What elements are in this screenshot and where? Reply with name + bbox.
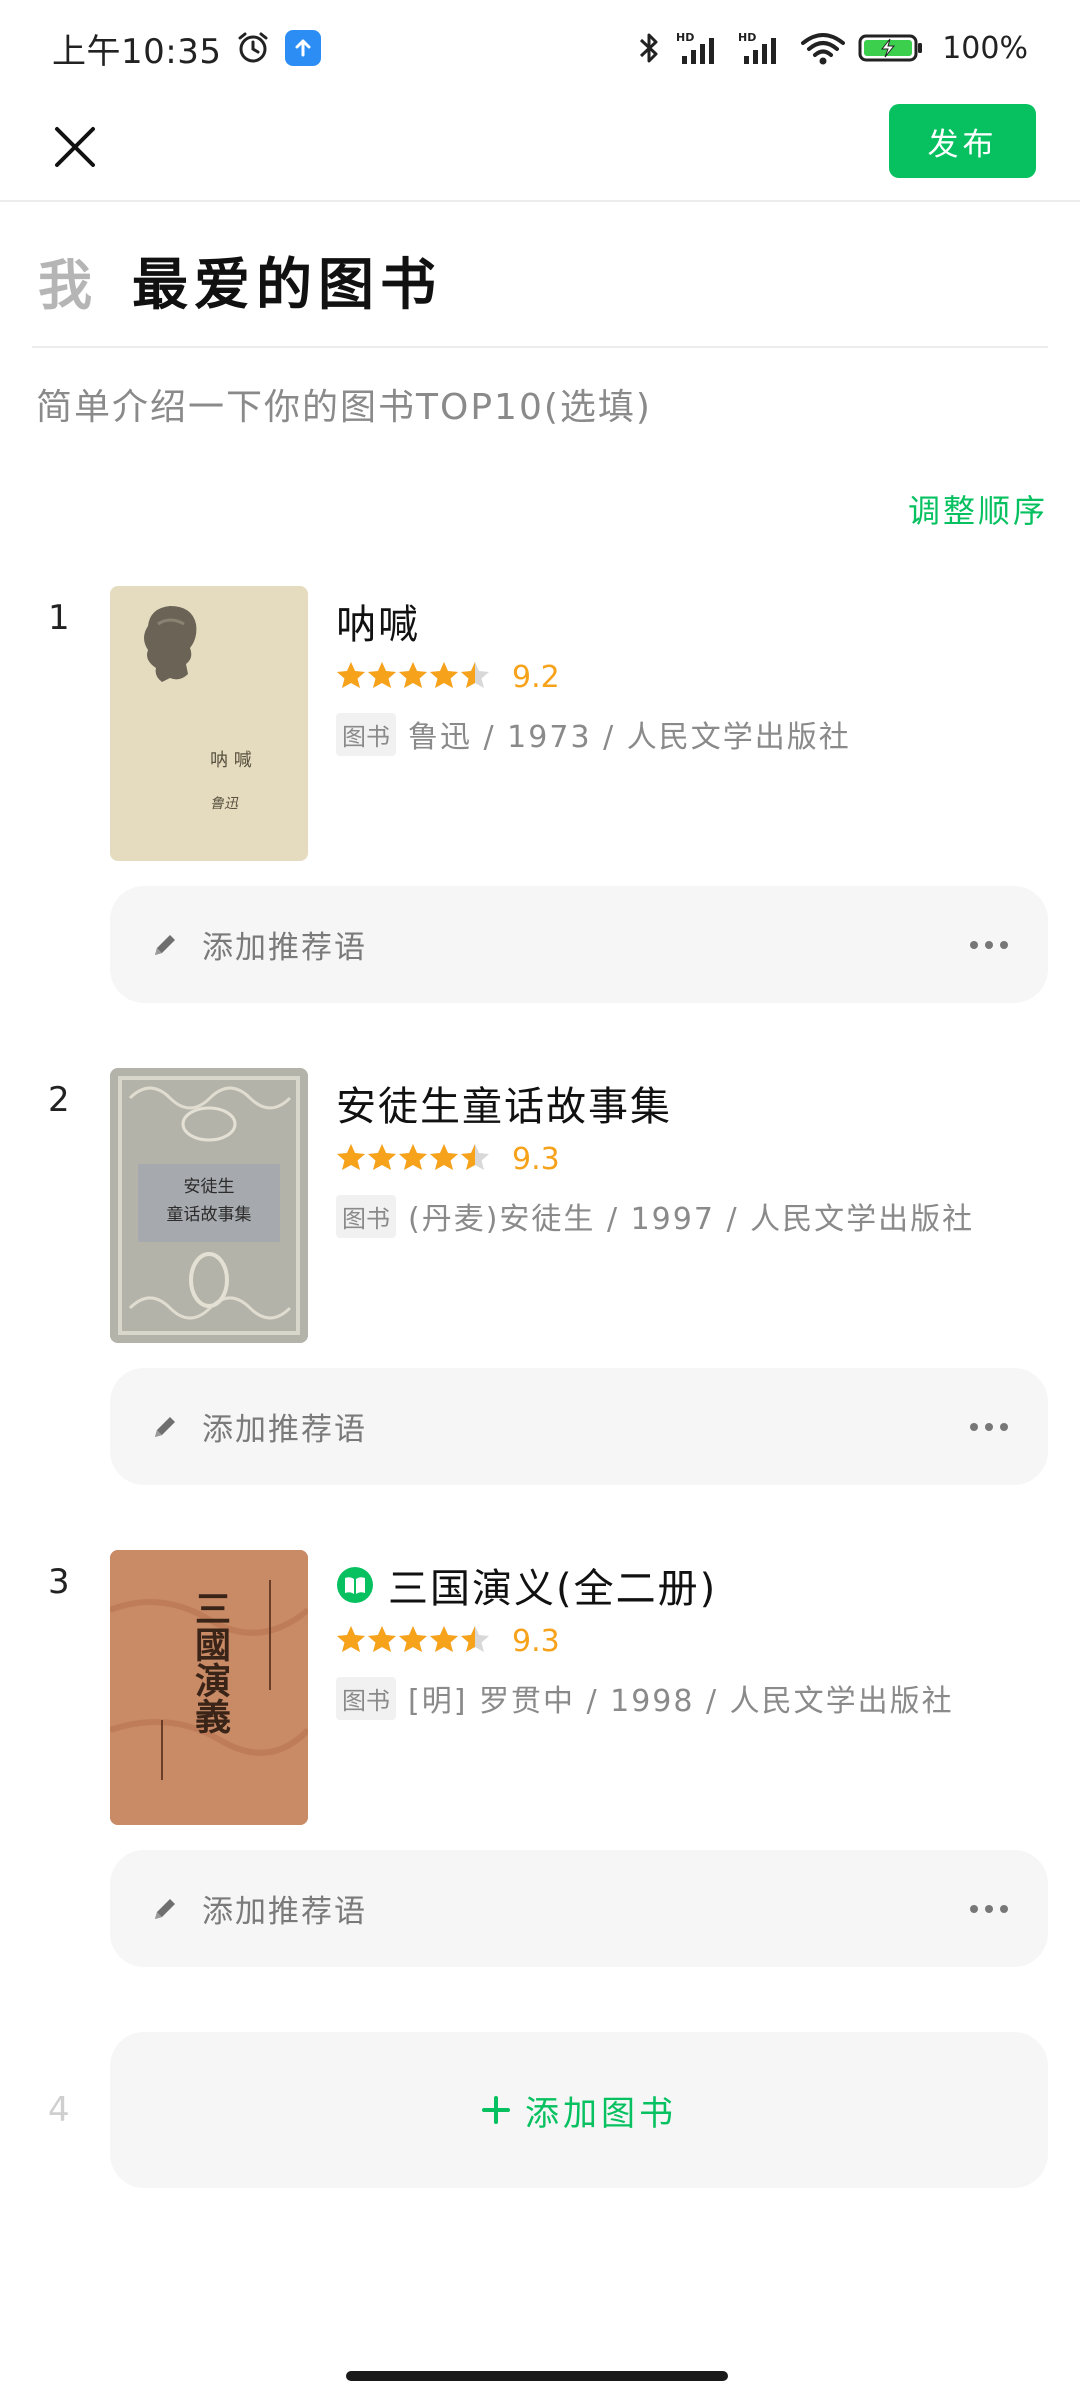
- add-book-button[interactable]: 添加图书: [110, 2032, 1048, 2188]
- publish-button[interactable]: 发布: [889, 104, 1036, 178]
- book-meta: 图书 [明] 罗贯中 / 1998 / 人民文学出版社: [336, 1676, 954, 1720]
- star-icon: [430, 1626, 458, 1652]
- meta-text: (丹麦)安徒生 / 1997 / 人民文学出版社: [408, 1202, 975, 1237]
- star-icon: [430, 1144, 458, 1170]
- add-book-rank: 4: [48, 2090, 70, 2130]
- recommendation-placeholder: 添加推荐语: [202, 930, 367, 966]
- rating-stars: 9.3: [336, 1622, 560, 1660]
- pencil-icon: [155, 934, 175, 955]
- more-options-icon[interactable]: [970, 940, 1008, 949]
- stars-svg: [337, 1626, 489, 1652]
- rating-value: 9.2: [512, 659, 560, 695]
- status-time: 上午10:35: [52, 31, 222, 72]
- stars-svg: [337, 1144, 489, 1170]
- star-icon: [337, 1626, 365, 1652]
- pencil-icon: [155, 1416, 175, 1437]
- star-icon: [337, 1144, 365, 1170]
- title-row: 我 最爱的图书: [32, 214, 1048, 348]
- star-icon: [430, 662, 458, 688]
- meta-text: [明] 罗贯中 / 1998 / 人民文学出版社: [408, 1684, 954, 1719]
- book-rank: 2: [48, 1080, 70, 1120]
- rating-value: 9.3: [512, 1623, 560, 1659]
- book-meta: 图书 (丹麦)安徒生 / 1997 / 人民文学出版社: [336, 1194, 974, 1238]
- header: 发布: [0, 96, 1080, 202]
- star-icon: [368, 1626, 396, 1652]
- star-icon: [461, 1144, 489, 1170]
- book-rank: 1: [48, 598, 70, 638]
- add-book-row: 4 添加图书: [0, 2032, 1080, 2192]
- star-rating: [336, 1140, 496, 1178]
- star-icon: [461, 662, 489, 688]
- book-title: 安徒生童话故事集: [336, 1074, 672, 1132]
- more-options-icon[interactable]: [970, 1904, 1008, 1913]
- page-title[interactable]: 最爱的图书: [132, 240, 442, 321]
- book-rank: 3: [48, 1562, 70, 1602]
- signal-hd-2-icon: HD: [738, 30, 788, 66]
- book-title: 呐喊: [336, 592, 420, 650]
- book-meta: 图书 鲁迅 / 1973 / 人民文学出版社: [336, 712, 851, 756]
- book-cover-image[interactable]: 三國演義: [110, 1550, 308, 1825]
- cover-title-text: 三國演義: [189, 1590, 231, 1734]
- rating-value: 9.3: [512, 1141, 560, 1177]
- cover-text-1: 安徒生: [184, 1177, 235, 1197]
- type-tag: 图书: [336, 1194, 396, 1238]
- title-prefix: 我: [38, 253, 92, 317]
- reading-badge-icon: [337, 1567, 373, 1603]
- book-cover-image[interactable]: 呐 喊 鲁迅: [110, 586, 308, 861]
- status-right: HD HD 100%: [634, 30, 1028, 66]
- star-icon: [461, 1626, 489, 1652]
- reorder-button[interactable]: 调整顺序: [908, 486, 1048, 532]
- book-title: 三国演义(全二册): [336, 1556, 717, 1614]
- svg-text:HD: HD: [676, 31, 694, 44]
- recommendation-placeholder: 添加推荐语: [202, 1894, 367, 1930]
- close-icon: [55, 127, 95, 167]
- type-tag: 图书: [336, 712, 396, 756]
- rating-stars: 9.3: [336, 1140, 560, 1178]
- cover-signature-text: 鲁迅: [210, 796, 239, 812]
- star-icon: [399, 1144, 427, 1170]
- star-icon: [399, 662, 427, 688]
- star-icon: [337, 662, 365, 688]
- cover-title-text: 呐 喊: [210, 750, 252, 771]
- wifi-icon: [800, 30, 846, 66]
- battery-charging-icon: [858, 30, 924, 66]
- add-recommendation-field[interactable]: 添加推荐语: [110, 1850, 1048, 1967]
- book-title-text: 安徒生童话故事集: [336, 1084, 672, 1130]
- stars-svg: [337, 662, 489, 688]
- add-recommendation-field[interactable]: 添加推荐语: [110, 1368, 1048, 1485]
- pencil-icon: [155, 1898, 175, 1919]
- cover-text-2: 童话故事集: [167, 1205, 252, 1225]
- book-cover-image[interactable]: 安徒生 童话故事集: [110, 1068, 308, 1343]
- bluetooth-icon: [634, 30, 664, 66]
- book-title-text: 三国演义(全二册): [388, 1566, 718, 1612]
- svg-text:HD: HD: [738, 31, 756, 44]
- star-rating: [336, 1622, 496, 1660]
- star-icon: [368, 662, 396, 688]
- status-bar: 上午10:35 HD HD 100%: [0, 0, 1080, 96]
- upload-notification-icon: [285, 30, 322, 66]
- type-tag: 图书: [336, 1676, 396, 1720]
- intro-input[interactable]: 简单介绍一下你的图书TOP10(选填): [36, 378, 652, 430]
- star-icon: [368, 1144, 396, 1170]
- add-book-label: 添加图书: [525, 2093, 677, 2134]
- add-recommendation-field[interactable]: 添加推荐语: [110, 886, 1048, 1003]
- star-rating: [336, 658, 496, 696]
- status-left: 上午10:35: [52, 24, 322, 73]
- book-title-text: 呐喊: [336, 602, 420, 648]
- rating-stars: 9.2: [336, 658, 560, 696]
- alarm-icon: [235, 30, 271, 66]
- signal-hd-1-icon: HD: [676, 30, 726, 66]
- meta-text: 鲁迅 / 1973 / 人民文学出版社: [408, 720, 851, 755]
- home-indicator[interactable]: [346, 2371, 728, 2381]
- plus-icon: [482, 2096, 510, 2124]
- star-icon: [399, 1626, 427, 1652]
- battery-percent: 100%: [942, 30, 1028, 66]
- recommendation-placeholder: 添加推荐语: [202, 1412, 367, 1448]
- more-options-icon[interactable]: [970, 1422, 1008, 1431]
- close-button[interactable]: [44, 116, 106, 178]
